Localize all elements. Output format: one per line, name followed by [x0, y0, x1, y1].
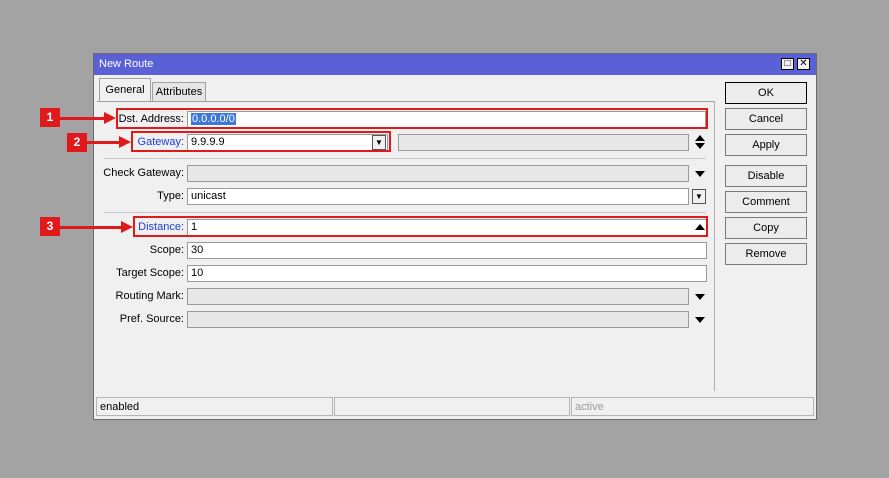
- apply-button[interactable]: Apply: [725, 134, 807, 156]
- title-bar[interactable]: New Route □ ✕: [94, 54, 816, 75]
- pref-source-label: Pref. Source:: [119, 313, 184, 325]
- highlight-gateway: [131, 131, 391, 152]
- scope-value: 30: [191, 244, 204, 256]
- window-title: New Route: [99, 58, 154, 70]
- copy-button[interactable]: Copy: [725, 217, 807, 239]
- type-field[interactable]: unicast: [187, 188, 689, 205]
- comment-button[interactable]: Comment: [725, 191, 807, 213]
- marker-3-arrow-icon: [121, 221, 133, 233]
- marker-1-arrow-icon: [104, 112, 116, 124]
- remove-button[interactable]: Remove: [725, 243, 807, 265]
- maximize-button[interactable]: □: [781, 58, 794, 70]
- check-gateway-label: Check Gateway:: [103, 167, 184, 179]
- pref-source-field[interactable]: [187, 311, 689, 328]
- routing-mark-label: Routing Mark:: [115, 290, 184, 302]
- marker-3-badge: 3: [40, 217, 60, 236]
- separator-2: [104, 212, 706, 213]
- tab-attributes-label: Attributes: [155, 86, 203, 98]
- target-scope-value: 10: [191, 267, 204, 279]
- gateway-up-down-icon[interactable]: [695, 135, 705, 149]
- close-icon: ✕: [799, 58, 808, 69]
- marker-2-arrow-icon: [119, 136, 131, 148]
- tab-attributes[interactable]: Attributes: [152, 82, 206, 102]
- marker-2-badge: 2: [67, 133, 87, 152]
- highlight-distance: [133, 216, 708, 237]
- type-dropdown-button[interactable]: ▼: [692, 189, 706, 204]
- target-scope-field[interactable]: 10: [187, 265, 707, 282]
- close-button[interactable]: ✕: [797, 58, 810, 70]
- panel-divider: [714, 101, 715, 391]
- target-scope-label: Target Scope:: [116, 267, 184, 279]
- pref-source-dropdown-icon[interactable]: [695, 317, 705, 323]
- status-active: active: [571, 397, 814, 416]
- marker-1-badge: 1: [40, 108, 60, 127]
- ok-button[interactable]: OK: [725, 82, 807, 104]
- status-enabled: enabled: [96, 397, 333, 416]
- scope-label: Scope:: [149, 244, 184, 256]
- routing-mark-dropdown-icon[interactable]: [695, 294, 705, 300]
- type-value: unicast: [191, 190, 226, 202]
- tab-general[interactable]: General: [99, 78, 151, 102]
- scope-field[interactable]: 30: [187, 242, 707, 259]
- maximize-icon: □: [784, 58, 791, 69]
- check-gateway-dropdown-icon[interactable]: [695, 171, 705, 177]
- tab-general-label: General: [105, 84, 145, 96]
- marker-1-arrow-line: [60, 117, 105, 120]
- status-middle: [334, 397, 570, 416]
- marker-3-arrow-line: [60, 226, 122, 229]
- gateway-extra-field[interactable]: [398, 134, 689, 151]
- type-label: Type:: [157, 190, 184, 202]
- check-gateway-field[interactable]: [187, 165, 689, 182]
- highlight-dst-address: [116, 108, 708, 129]
- dropdown-arrow-icon: ▼: [695, 192, 703, 201]
- disable-button[interactable]: Disable: [725, 165, 807, 187]
- cancel-button[interactable]: Cancel: [725, 108, 807, 130]
- separator-1: [104, 158, 706, 159]
- routing-mark-field[interactable]: [187, 288, 689, 305]
- marker-2-arrow-line: [87, 141, 120, 144]
